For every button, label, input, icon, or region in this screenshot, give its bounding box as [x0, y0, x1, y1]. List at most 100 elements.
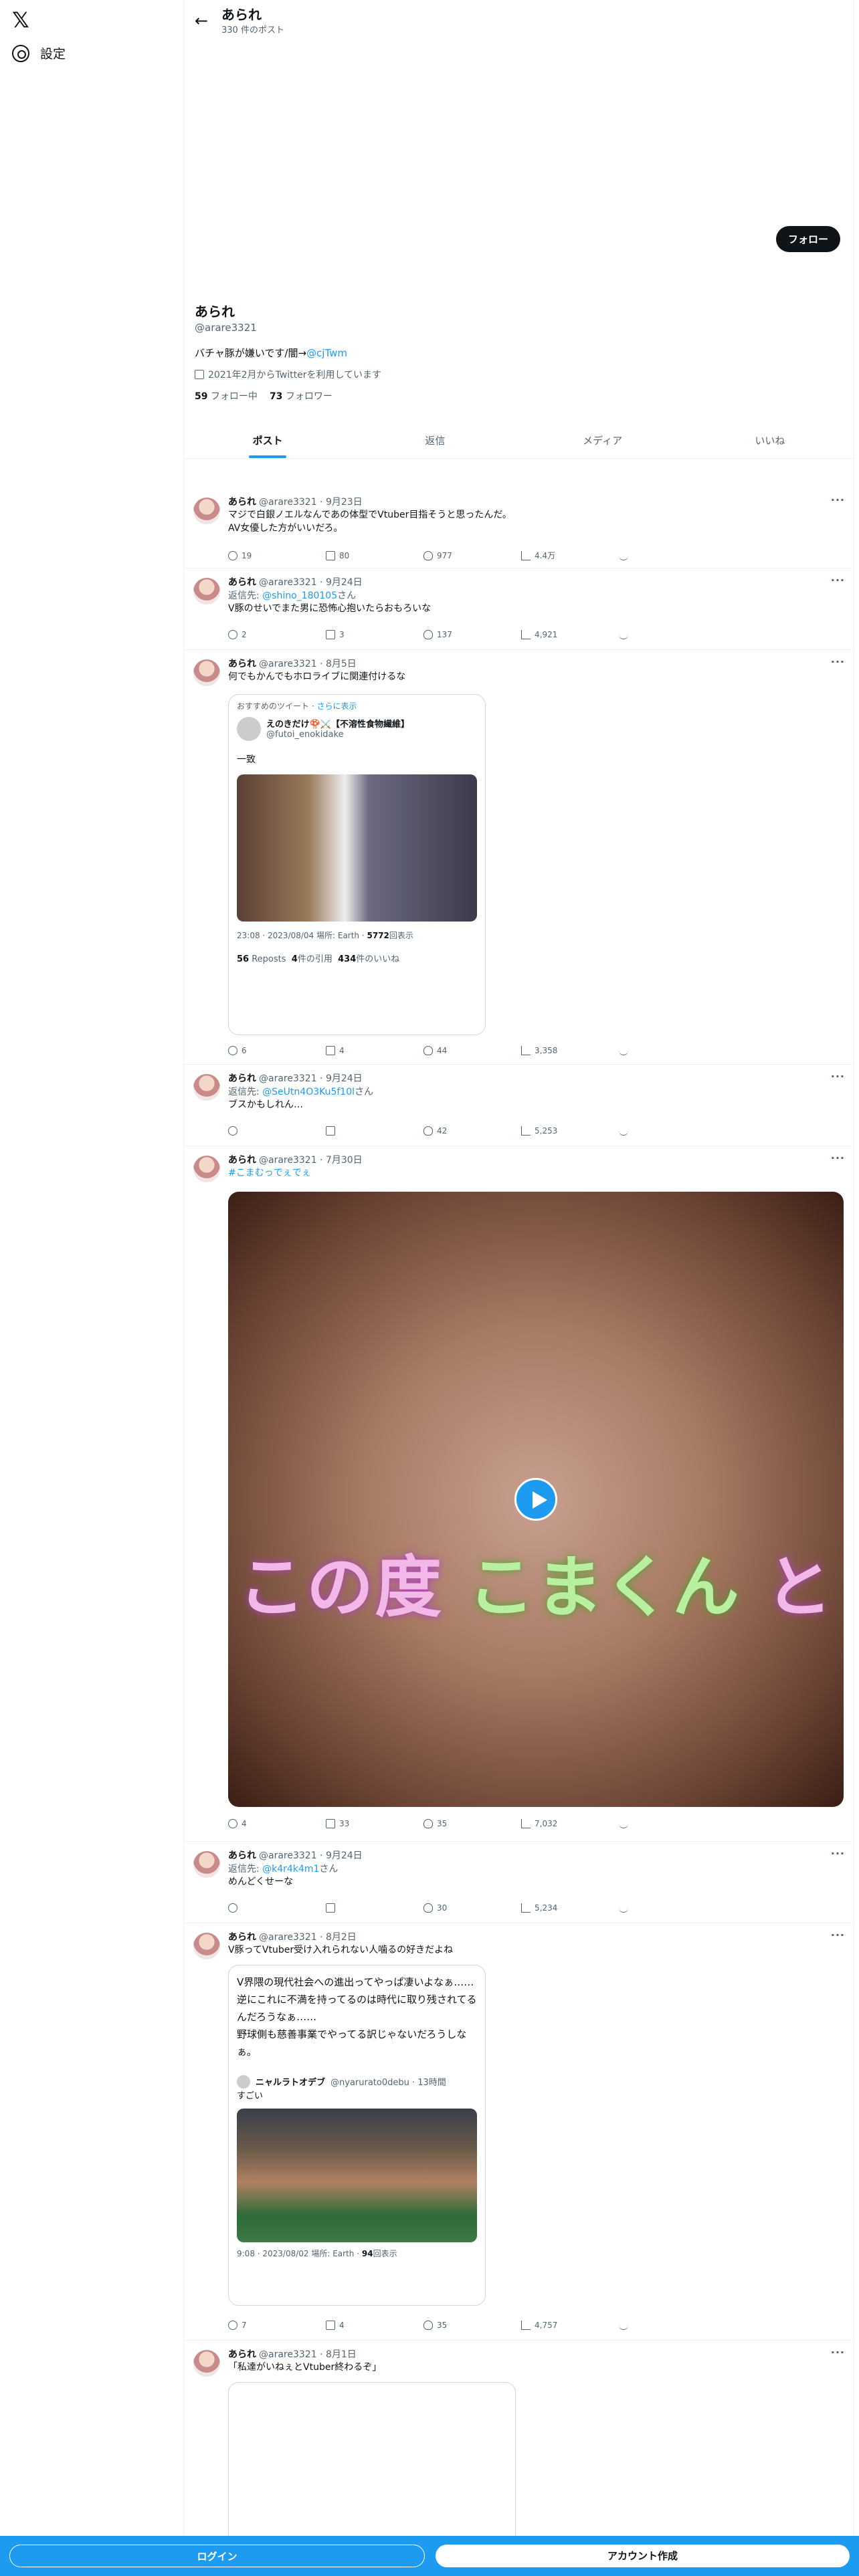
- like-button[interactable]: 44: [423, 1046, 521, 1055]
- retweet-icon: [326, 630, 335, 639]
- retweet-icon: [326, 1819, 335, 1828]
- views-button[interactable]: 5,234: [521, 1903, 619, 1913]
- tweet[interactable]: ··· あられ @arare3321 · 9月24日 返信先: @shino_18…: [184, 568, 854, 650]
- quote-card[interactable]: V界隈の現代社会への進出ってやっぱ凄いよなぁ…… 逆にこれに不満を持ってるのは時代…: [228, 1965, 486, 2306]
- chart-icon: [521, 1903, 531, 1913]
- like-button[interactable]: 30: [423, 1903, 521, 1913]
- settings-link[interactable]: 設定: [12, 44, 66, 62]
- share-icon: [619, 2321, 628, 2330]
- profile-bio: バチャ豚が嫌いです/闇→@cjTwm: [195, 347, 348, 359]
- retweet-button[interactable]: 4: [326, 1046, 423, 1055]
- share-icon: [619, 1819, 628, 1828]
- reply-button[interactable]: [228, 1903, 326, 1913]
- share-button[interactable]: [619, 2321, 717, 2330]
- header-name: あられ: [221, 6, 262, 23]
- back-arrow-icon[interactable]: ←: [195, 11, 221, 30]
- tweet[interactable]: ··· あられ @arare3321 · 9月24日 返信先: @k4r4k4m1…: [184, 1842, 854, 1923]
- share-icon: [619, 1046, 628, 1055]
- views-button[interactable]: 4,921: [521, 630, 619, 639]
- share-icon: [619, 630, 628, 639]
- like-button[interactable]: 977: [423, 550, 521, 561]
- followers-link[interactable]: 73 フォロワー: [270, 389, 332, 403]
- chart-icon: [521, 550, 531, 560]
- reply-button[interactable]: 19: [228, 550, 326, 561]
- reply-button[interactable]: 4: [228, 1819, 326, 1828]
- views-button[interactable]: 5,253: [521, 1126, 619, 1136]
- views-button[interactable]: 3,358: [521, 1046, 619, 1055]
- video-caption: この度 こまくん と: [238, 1548, 834, 1626]
- tweet[interactable]: ··· あられ @arare3321 · 8月5日 何でもかんでもホロライブに関連…: [184, 650, 854, 1065]
- share-button[interactable]: [619, 1903, 717, 1913]
- following-link[interactable]: 59 フォロー中: [195, 389, 258, 403]
- retweet-button[interactable]: [326, 1126, 423, 1136]
- reply-button[interactable]: [228, 1126, 326, 1136]
- avatar[interactable]: [193, 1074, 220, 1101]
- like-button[interactable]: 42: [423, 1126, 521, 1136]
- like-button[interactable]: 35: [423, 1819, 521, 1828]
- views-button[interactable]: 4,757: [521, 2321, 619, 2330]
- quote-image[interactable]: [237, 774, 477, 922]
- retweet-button[interactable]: 3: [326, 630, 423, 639]
- login-button[interactable]: ログイン: [9, 2545, 425, 2567]
- quote-card[interactable]: おすすめのツイート · さらに表示 えのきだけ🍄⚔️【不溶性食物繊維】 @futo…: [228, 694, 486, 1035]
- play-icon[interactable]: [514, 1478, 557, 1521]
- share-icon: [619, 551, 628, 560]
- tweet-actions: 7 4 35 4,757: [228, 2321, 841, 2330]
- share-button[interactable]: [619, 1046, 717, 1055]
- video-player[interactable]: この度 こまくん と: [228, 1192, 844, 1807]
- views-button[interactable]: 7,032: [521, 1819, 619, 1828]
- tab-replies[interactable]: 返信: [351, 423, 518, 458]
- reply-icon: [228, 550, 237, 560]
- reply-button[interactable]: 6: [228, 1046, 326, 1055]
- reply-icon: [228, 2321, 237, 2330]
- bio-link[interactable]: @cjTwm: [306, 347, 347, 359]
- retweet-icon: [326, 2321, 335, 2330]
- retweet-icon: [326, 1903, 335, 1913]
- retweet-button[interactable]: 33: [326, 1819, 423, 1828]
- share-icon: [619, 1903, 628, 1913]
- x-logo-icon[interactable]: 𝕏: [12, 7, 39, 33]
- retweet-button[interactable]: 4: [326, 2321, 423, 2330]
- avatar[interactable]: [193, 498, 220, 524]
- heart-icon: [423, 1046, 433, 1055]
- signup-button[interactable]: アカウント作成: [436, 2545, 850, 2567]
- reply-icon: [228, 630, 237, 639]
- retweet-icon: [326, 1046, 335, 1055]
- tab-likes[interactable]: いいね: [686, 423, 854, 458]
- share-button[interactable]: [619, 630, 717, 639]
- tweet[interactable]: ··· あられ @arare3321 · 9月23日 マジで白銀ノエルなんであの体…: [184, 488, 854, 568]
- tab-posts[interactable]: ポスト: [184, 423, 351, 458]
- tweet[interactable]: ··· あられ @arare3321 · 7月30日 #こまむっでぇでぇ この度 …: [184, 1146, 854, 1842]
- avatar[interactable]: [193, 2350, 220, 2377]
- share-button[interactable]: [619, 1819, 717, 1828]
- avatar[interactable]: [193, 659, 220, 686]
- tab-media[interactable]: メディア: [519, 423, 686, 458]
- avatar: [237, 717, 261, 741]
- chart-icon: [521, 2321, 531, 2330]
- share-button[interactable]: [619, 550, 717, 561]
- tweet-actions: 19 80 977 4.4万: [228, 550, 841, 561]
- quote-card[interactable]: [228, 2382, 516, 2556]
- heart-icon: [423, 550, 433, 560]
- reply-button[interactable]: 2: [228, 630, 326, 639]
- views-button[interactable]: 4.4万: [521, 550, 619, 561]
- retweet-button[interactable]: 80: [326, 550, 423, 561]
- tweet[interactable]: ··· あられ @arare3321 · 9月24日 返信先: @SeUtn4O3…: [184, 1065, 854, 1146]
- like-button[interactable]: 137: [423, 630, 521, 639]
- chart-icon: [521, 1046, 531, 1055]
- avatar[interactable]: [193, 1851, 220, 1878]
- tweet[interactable]: ··· あられ @arare3321 · 8月1日 「私達がいねぇとVtuber終…: [184, 2341, 854, 2556]
- hashtag[interactable]: #こまむっでぇでぇ: [228, 1166, 845, 1180]
- like-button[interactable]: 35: [423, 2321, 521, 2330]
- reply-button[interactable]: 7: [228, 2321, 326, 2330]
- tweet[interactable]: ··· あられ @arare3321 · 8月2日 V豚ってVtuber受け入れら…: [184, 1923, 854, 2341]
- avatar[interactable]: [193, 578, 220, 605]
- retweet-button[interactable]: [326, 1903, 423, 1913]
- tweet-actions: 2 3 137 4,921: [228, 630, 841, 639]
- avatar[interactable]: [193, 1933, 220, 1959]
- tweet-actions: 42 5,253: [228, 1126, 841, 1136]
- quote-image[interactable]: [237, 2109, 477, 2242]
- share-button[interactable]: [619, 1126, 717, 1136]
- follow-button[interactable]: フォロー: [775, 226, 840, 252]
- avatar[interactable]: [193, 1156, 220, 1182]
